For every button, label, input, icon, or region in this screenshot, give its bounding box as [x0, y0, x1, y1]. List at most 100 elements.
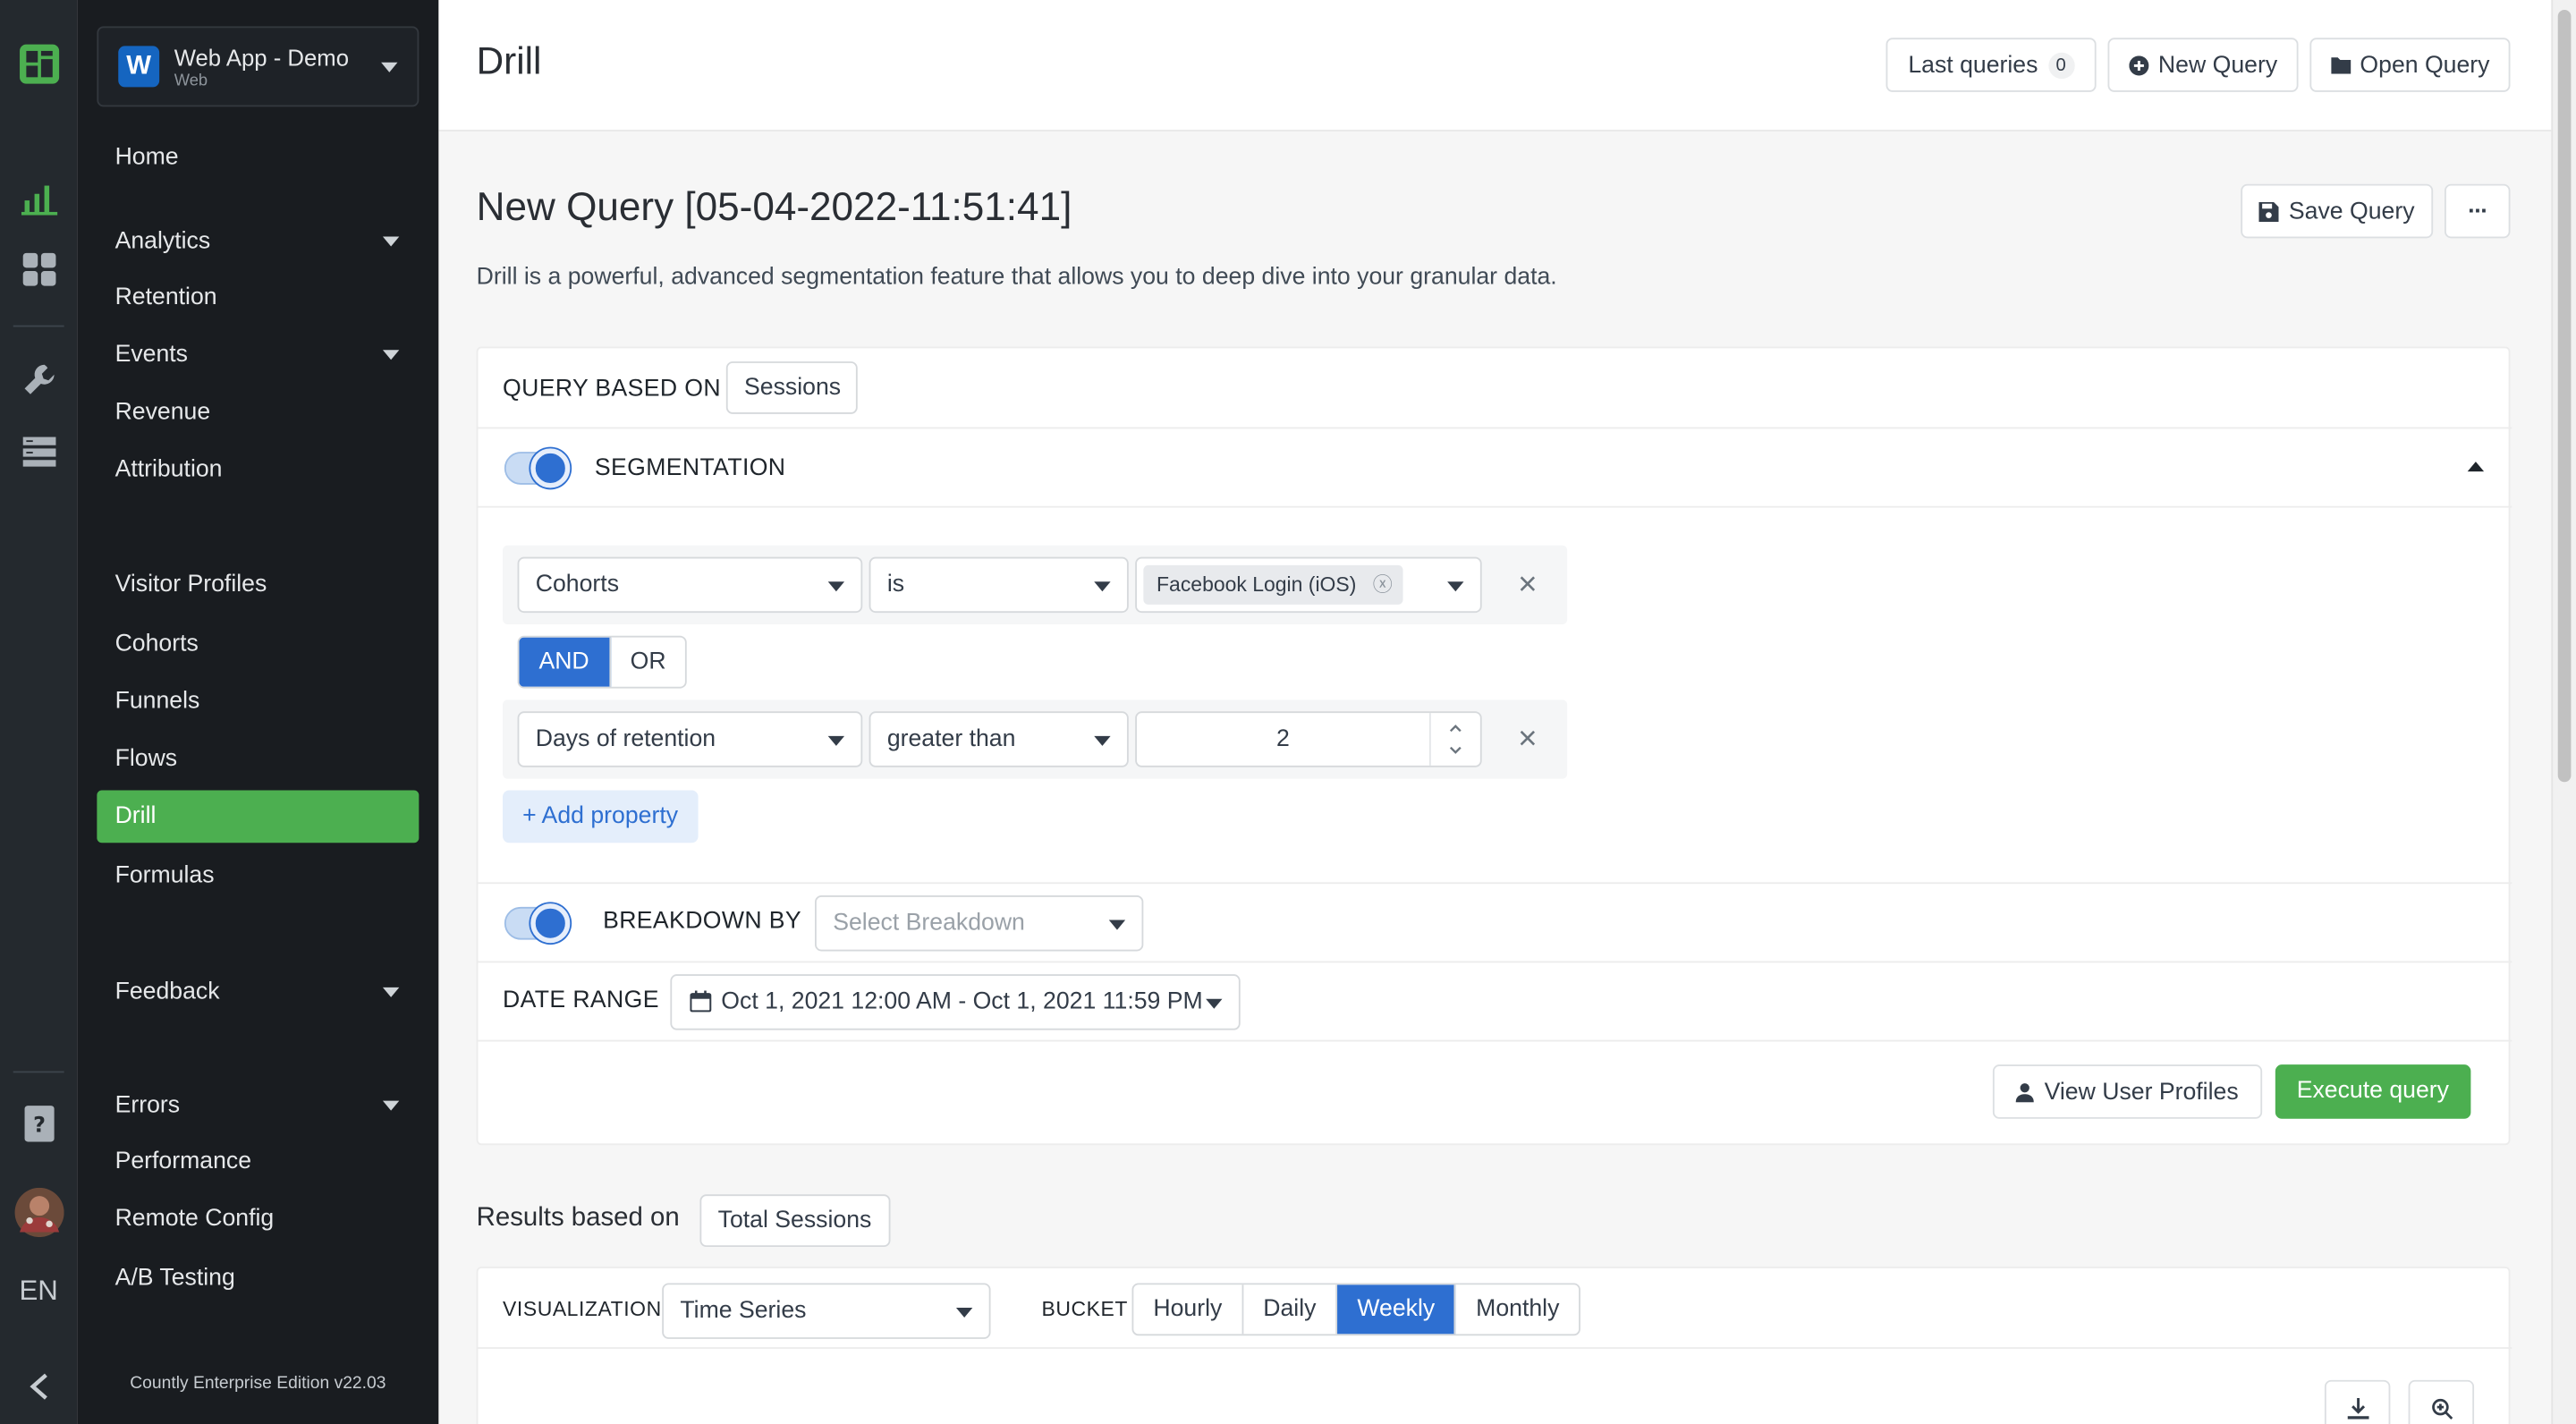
- logic-and-button[interactable]: AND: [519, 637, 611, 687]
- folder-icon: [2330, 57, 2351, 74]
- help-book-icon[interactable]: ?: [0, 1101, 77, 1147]
- page-scrollbar[interactable]: [2551, 0, 2576, 1424]
- page-title: Drill: [476, 39, 542, 82]
- sidebar-item-funnels[interactable]: Funnels: [97, 675, 419, 728]
- caret-down-icon: [1206, 998, 1223, 1009]
- app-selector[interactable]: W Web App - Demo Web: [97, 26, 419, 107]
- save-query-button[interactable]: Save Query: [2241, 183, 2434, 239]
- visualization-label: VISUALIZATION: [503, 1297, 662, 1321]
- breakdown-select[interactable]: Select Breakdown: [815, 895, 1144, 952]
- page-header: Drill Last queries 0 New Query Open Quer…: [438, 0, 2552, 131]
- stepper-arrows-icon[interactable]: [1447, 719, 1463, 759]
- sidebar-item-performance[interactable]: Performance: [97, 1135, 419, 1188]
- more-options-button[interactable]: ···: [2445, 183, 2511, 239]
- results-metric-select[interactable]: Total Sessions: [699, 1194, 891, 1248]
- bucket-daily-button[interactable]: Daily: [1243, 1284, 1338, 1335]
- sidebar-item-errors[interactable]: Errors: [97, 1080, 419, 1132]
- filter-value-select[interactable]: Facebook Login (iOS) ⓧ: [1135, 556, 1482, 614]
- icon-rail: ? EN: [0, 0, 78, 1424]
- scrollbar-thumb[interactable]: [2557, 10, 2572, 783]
- bucket-label: BUCKET: [1041, 1297, 1128, 1321]
- analytics-chart-icon[interactable]: [0, 177, 77, 220]
- sidebar-item-remote-config[interactable]: Remote Config: [97, 1192, 419, 1245]
- rail-divider: [13, 1071, 64, 1073]
- sidebar-item-drill[interactable]: Drill: [97, 790, 419, 843]
- logic-or-button[interactable]: OR: [611, 638, 686, 687]
- query-title: New Query [05-04-2022-11:51:41]: [476, 185, 1072, 231]
- caret-down-icon: [955, 1308, 973, 1318]
- bucket-monthly-button[interactable]: Monthly: [1456, 1284, 1579, 1334]
- sidebar-item-ab-testing[interactable]: A/B Testing: [97, 1252, 419, 1305]
- divider: [478, 427, 2512, 429]
- bucket-weekly-button[interactable]: Weekly: [1337, 1284, 1457, 1335]
- save-disk-icon: [2258, 200, 2279, 222]
- plus-circle-icon: [2128, 55, 2148, 75]
- caret-down-icon: [1094, 735, 1111, 746]
- management-wrench-icon[interactable]: [0, 358, 77, 401]
- app-type: Web: [174, 72, 208, 91]
- view-user-profiles-button[interactable]: View User Profiles: [1992, 1064, 2263, 1119]
- last-queries-button[interactable]: Last queries 0: [1885, 38, 2097, 92]
- date-range-picker[interactable]: Oct 1, 2021 12:00 AM - Oct 1, 2021 11:59…: [670, 974, 1241, 1030]
- dashboards-grid-icon[interactable]: [0, 248, 77, 291]
- app-window: ? EN W Web App - Demo Web Home Analytics: [0, 0, 2576, 1424]
- bucket-hourly-button[interactable]: Hourly: [1133, 1284, 1244, 1335]
- results-based-on-label: Results based on: [476, 1204, 680, 1233]
- open-query-button[interactable]: Open Query: [2309, 38, 2511, 92]
- data-storage-icon[interactable]: [0, 430, 77, 473]
- breakdown-toggle[interactable]: [504, 903, 571, 944]
- collapse-chevron-left-icon[interactable]: [0, 1367, 77, 1406]
- execute-query-button[interactable]: Execute query: [2275, 1064, 2470, 1119]
- filter-value-stepper[interactable]: 2: [1135, 711, 1482, 767]
- chevron-down-icon: [382, 350, 400, 360]
- sidebar-item-attribution[interactable]: Attribution: [97, 444, 419, 496]
- query-based-on-select[interactable]: Sessions: [725, 361, 858, 414]
- sidebar-item-home[interactable]: Home: [97, 131, 419, 184]
- download-button[interactable]: [2324, 1379, 2391, 1424]
- app-name: Web App - Demo: [174, 44, 350, 71]
- divider: [478, 882, 2512, 885]
- caret-down-icon: [1108, 920, 1126, 930]
- caret-down-icon: [1094, 581, 1111, 592]
- sidebar-item-analytics[interactable]: Analytics: [97, 216, 419, 268]
- query-description: Drill is a powerful, advanced segmentati…: [476, 264, 1557, 292]
- chevron-up-icon[interactable]: [2467, 462, 2485, 472]
- filter-operator-select[interactable]: is: [869, 556, 1129, 614]
- new-query-button[interactable]: New Query: [2107, 38, 2299, 92]
- add-property-button[interactable]: + Add property: [503, 790, 699, 843]
- filter-property-select[interactable]: Days of retention: [517, 711, 863, 767]
- logic-toggle: AND OR: [517, 635, 688, 689]
- sidebar-item-retention[interactable]: Retention: [97, 271, 419, 324]
- filter-operator-select[interactable]: greater than: [869, 711, 1129, 767]
- chevron-down-icon: [382, 236, 400, 247]
- remove-filter-close-icon[interactable]: ×: [1518, 568, 1537, 601]
- download-icon: [2346, 1397, 2368, 1419]
- countly-logo-icon[interactable]: [0, 39, 77, 89]
- sidebar-item-events[interactable]: Events: [97, 328, 419, 381]
- sidebar-item-visitor-profiles[interactable]: Visitor Profiles: [97, 558, 419, 611]
- caret-down-icon: [827, 735, 845, 746]
- edition-label: Countly Enterprise Edition v22.03: [130, 1373, 386, 1394]
- filter-property-select[interactable]: Cohorts: [517, 556, 863, 614]
- user-avatar[interactable]: [0, 1186, 77, 1239]
- remove-filter-close-icon[interactable]: ×: [1518, 723, 1537, 756]
- segmentation-toggle[interactable]: [504, 448, 571, 488]
- toggle-knob: [530, 903, 571, 944]
- zoom-button[interactable]: [2408, 1379, 2475, 1424]
- user-icon: [2016, 1082, 2035, 1102]
- visualization-select[interactable]: Time Series: [662, 1283, 991, 1339]
- main-content: Drill Last queries 0 New Query Open Quer…: [438, 0, 2552, 1424]
- divider: [478, 961, 2512, 963]
- sidebar-item-formulas[interactable]: Formulas: [97, 850, 419, 903]
- sidebar: W Web App - Demo Web Home Analytics Rete…: [77, 0, 439, 1424]
- sidebar-item-flows[interactable]: Flows: [97, 733, 419, 785]
- sidebar-item-feedback[interactable]: Feedback: [97, 966, 419, 1019]
- tag-remove-icon[interactable]: ⓧ: [1373, 565, 1393, 605]
- stepper-divider: [1428, 713, 1431, 766]
- stepper-value[interactable]: 2: [1137, 713, 1429, 766]
- rail-divider: [13, 325, 64, 327]
- language-selector[interactable]: EN: [0, 1275, 77, 1308]
- sidebar-item-revenue[interactable]: Revenue: [97, 386, 419, 439]
- chevron-down-icon: [382, 1100, 400, 1111]
- sidebar-item-cohorts[interactable]: Cohorts: [97, 618, 419, 671]
